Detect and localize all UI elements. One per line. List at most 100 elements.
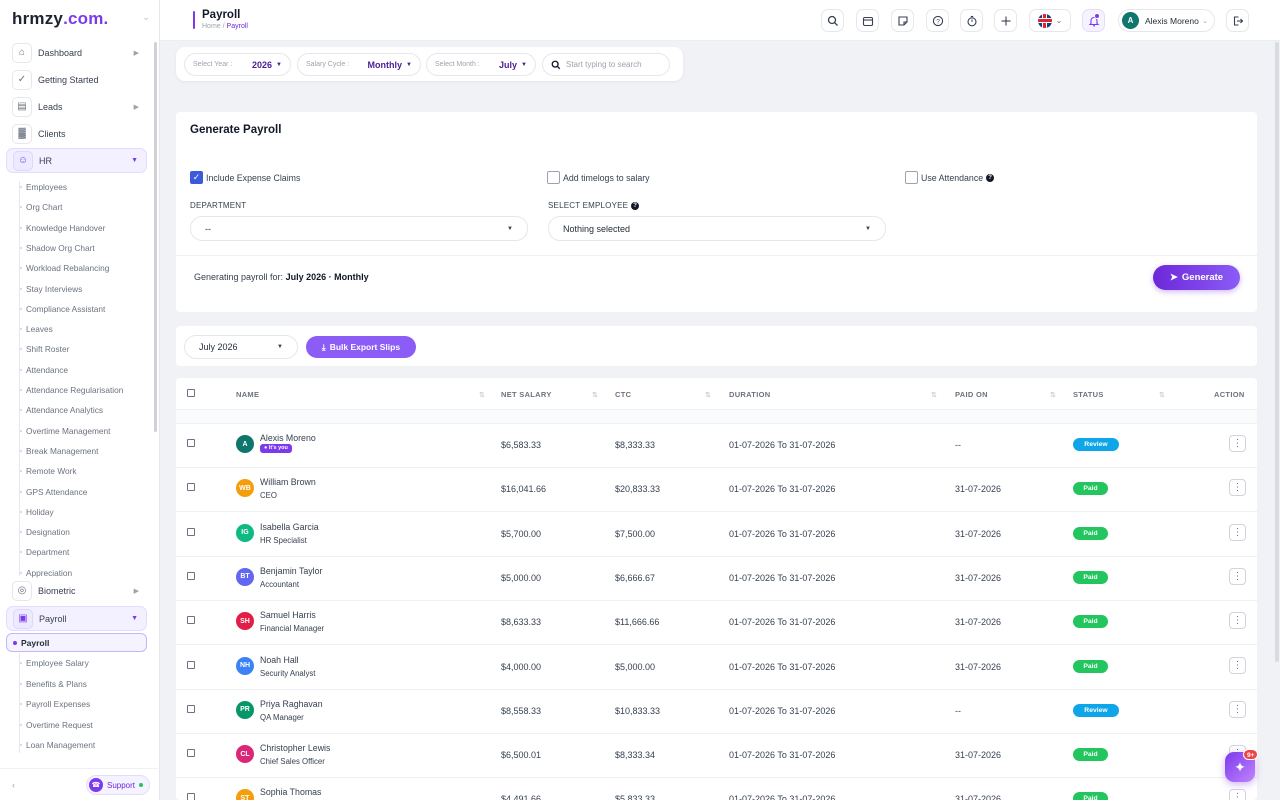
- use-attendance-checkbox[interactable]: Use Attendance ?: [905, 171, 995, 184]
- sort-icon[interactable]: ⇅: [705, 391, 711, 399]
- sidebar-item-getting-started[interactable]: ✓ Getting Started: [6, 67, 147, 92]
- bulk-export-button[interactable]: ⤓ Bulk Export Slips: [306, 336, 416, 358]
- sidebar-subitem-employee-salary[interactable]: Employee Salary: [20, 657, 89, 669]
- breadcrumb-home[interactable]: Home: [202, 23, 221, 30]
- row-checkbox[interactable]: [187, 483, 195, 492]
- employee-name[interactable]: Benjamin Taylor: [260, 566, 322, 576]
- department-dropdown[interactable]: -- ▼: [190, 216, 528, 241]
- help-button[interactable]: ?: [926, 9, 949, 32]
- sidebar-item-leads[interactable]: ▤ Leads ▶: [6, 94, 147, 119]
- row-actions-button[interactable]: ⋮: [1229, 523, 1246, 541]
- avatar[interactable]: IG: [236, 523, 254, 542]
- collapse-sidebar-icon[interactable]: ‹: [12, 780, 15, 790]
- column-ctc[interactable]: CTC: [615, 390, 631, 399]
- column-net-salary[interactable]: NET SALARY: [501, 390, 552, 399]
- salary-cycle-select[interactable]: Salary Cycle : Monthly ▼: [297, 53, 421, 76]
- sort-icon[interactable]: ⇅: [479, 391, 485, 399]
- sidebar-item-dashboard[interactable]: ⌂ Dashboard ▶: [6, 40, 147, 65]
- sidebar-subitem-overtime-request[interactable]: Overtime Request: [20, 719, 93, 731]
- avatar[interactable]: BT: [236, 567, 254, 586]
- sidebar-subitem-payroll[interactable]: Payroll: [6, 633, 147, 652]
- column-paid-on[interactable]: PAID ON: [955, 390, 988, 399]
- row-actions-button[interactable]: ⋮: [1229, 612, 1246, 630]
- sidebar-subitem-workload-rebalancing[interactable]: Workload Rebalancing: [19, 262, 109, 274]
- column-name[interactable]: NAME: [236, 390, 259, 399]
- row-checkbox[interactable]: [187, 571, 195, 580]
- avatar[interactable]: CL: [236, 745, 254, 764]
- row-actions-button[interactable]: ⋮: [1229, 789, 1246, 800]
- checkbox-checked[interactable]: ✓: [190, 171, 203, 184]
- sort-icon[interactable]: ⇅: [931, 391, 937, 399]
- row-checkbox[interactable]: [187, 704, 195, 713]
- column-duration[interactable]: DURATION: [729, 390, 770, 399]
- notifications-button[interactable]: [1082, 9, 1105, 32]
- search-button[interactable]: [821, 9, 844, 32]
- avatar[interactable]: A: [236, 435, 254, 453]
- sidebar-subitem-break-management[interactable]: Break Management: [19, 445, 98, 457]
- sidebar-subitem-holiday[interactable]: Holiday: [20, 506, 54, 518]
- generate-button[interactable]: ➤ Generate: [1153, 265, 1240, 290]
- sort-icon[interactable]: ⇅: [592, 391, 598, 399]
- sidebar-item-clients[interactable]: ▓ Clients: [6, 121, 147, 146]
- sidebar-subitem-remote-work[interactable]: Remote Work: [20, 465, 77, 477]
- avatar[interactable]: WB: [236, 479, 254, 498]
- avatar[interactable]: PR: [236, 700, 254, 719]
- help-icon[interactable]: ?: [986, 173, 995, 182]
- sidebar-subitem-org-chart[interactable]: Org Chart: [19, 201, 62, 213]
- year-select[interactable]: Select Year : 2026 ▼: [184, 53, 291, 76]
- sidebar-subitem-department[interactable]: Department: [19, 546, 69, 558]
- sidebar-subitem-designation[interactable]: Designation: [20, 526, 70, 538]
- row-checkbox[interactable]: [187, 660, 195, 669]
- sidebar-subitem-gps-attendance[interactable]: GPS Attendance: [19, 486, 87, 498]
- page-scrollbar[interactable]: [1275, 42, 1279, 662]
- sidebar-subitem-attendance[interactable]: Attendance: [20, 364, 68, 376]
- row-checkbox[interactable]: [187, 439, 195, 447]
- sort-icon[interactable]: ⇅: [1050, 391, 1056, 399]
- sidebar-subitem-leaves[interactable]: Leaves: [20, 323, 53, 335]
- help-icon[interactable]: ?: [631, 201, 640, 210]
- month-select[interactable]: Select Month : July ▼: [426, 53, 536, 76]
- calendar-button[interactable]: [856, 9, 879, 32]
- sticky-note-button[interactable]: [891, 9, 914, 32]
- row-checkbox[interactable]: [187, 793, 195, 800]
- sidebar-subitem-benefits-plans[interactable]: Benefits & Plans: [20, 678, 87, 690]
- employee-name[interactable]: Noah Hall: [260, 655, 299, 665]
- sidebar-subitem-compliance-assistant[interactable]: Compliance Assistant: [19, 303, 105, 315]
- sidebar-scrollbar[interactable]: [154, 42, 157, 432]
- employee-dropdown[interactable]: Nothing selected ▼: [548, 216, 886, 241]
- sidebar-subitem-attendance-analytics[interactable]: Attendance Analytics: [19, 404, 103, 416]
- employee-name[interactable]: Alexis Moreno: [260, 433, 316, 443]
- sidebar-subitem-employees[interactable]: Employees: [19, 181, 67, 193]
- sidebar-item-biometric[interactable]: ◎ Biometric ▶: [6, 578, 147, 603]
- row-checkbox[interactable]: [187, 749, 195, 758]
- checkbox-unchecked[interactable]: [905, 171, 918, 184]
- include-expense-checkbox[interactable]: ✓ Include Expense Claims: [190, 171, 300, 184]
- employee-name[interactable]: Christopher Lewis: [260, 743, 330, 753]
- support-button[interactable]: ☎ Support: [86, 775, 150, 795]
- row-actions-button[interactable]: ⋮: [1229, 435, 1246, 452]
- add-button[interactable]: [994, 9, 1017, 32]
- avatar[interactable]: NH: [236, 656, 254, 675]
- employee-name[interactable]: Sophia Thomas: [260, 787, 321, 797]
- user-menu[interactable]: A Alexis Moreno ⌄: [1118, 9, 1215, 32]
- sidebar-subitem-attendance-regularisation[interactable]: Attendance Regularisation: [19, 384, 123, 396]
- column-status[interactable]: STATUS: [1073, 390, 1104, 399]
- add-timelogs-checkbox[interactable]: Add timelogs to salary: [547, 171, 650, 184]
- sidebar-item-payroll[interactable]: ▣ Payroll ▼: [6, 606, 147, 631]
- avatar[interactable]: ST: [236, 789, 254, 800]
- row-checkbox[interactable]: [187, 616, 195, 625]
- checkbox-unchecked[interactable]: [547, 171, 560, 184]
- search-input[interactable]: [566, 60, 666, 69]
- export-month-select[interactable]: July 2026 ▼: [184, 335, 298, 359]
- sidebar-subitem-payroll-expenses[interactable]: Payroll Expenses: [19, 698, 90, 710]
- sidebar-subitem-stay-interviews[interactable]: Stay Interviews: [19, 283, 82, 295]
- sidebar-subitem-overtime-management[interactable]: Overtime Management: [19, 425, 110, 437]
- row-actions-button[interactable]: ⋮: [1229, 700, 1246, 718]
- avatar[interactable]: SH: [236, 612, 254, 631]
- row-actions-button[interactable]: ⋮: [1229, 479, 1246, 497]
- employee-name[interactable]: Isabella Garcia: [260, 522, 319, 532]
- employee-name[interactable]: Priya Raghavan: [260, 699, 323, 709]
- row-actions-button[interactable]: ⋮: [1229, 656, 1246, 674]
- row-checkbox[interactable]: [187, 527, 195, 536]
- sidebar-subitem-shadow-org-chart[interactable]: Shadow Org Chart: [20, 242, 95, 254]
